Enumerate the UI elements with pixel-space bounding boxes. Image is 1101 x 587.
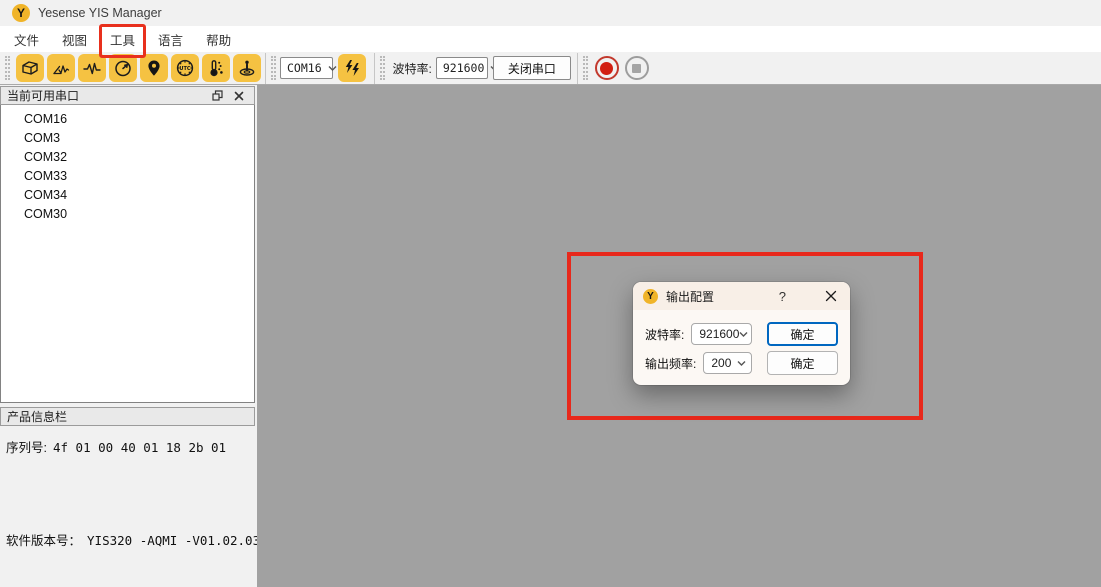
float-panel-button[interactable] [208,88,226,103]
baud-confirm-button[interactable]: 确定 [767,322,838,346]
software-version-row: 软件版本号： YIS320 -AQMI -V01.02.03; [6,530,249,549]
dialog-title: 输出配置 [666,288,714,305]
app-logo-icon: Y [643,289,658,304]
menu-tools[interactable]: 工具 [106,28,139,51]
cube-3d-button[interactable] [16,54,44,82]
panel-header: 当前可用串口 [0,86,255,105]
chevron-down-icon [328,61,337,75]
record-icon [600,62,613,75]
close-serial-button[interactable]: 关闭串口 [493,56,571,80]
refresh-ports-button[interactable] [338,54,366,82]
serial-port-panel: 当前可用串口 COM16 COM3 COM32 COM33 COM34 COM3… [0,85,257,587]
port-list-item[interactable]: COM34 [1,186,254,205]
toolbar-grip[interactable] [380,56,385,80]
utc-clock-button[interactable]: UTC [171,54,199,82]
app-window: Y Yesense YIS Manager 文件 视图 工具 语言 帮助 UTC [0,0,1101,587]
port-list-item[interactable]: COM33 [1,167,254,186]
app-logo-icon: Y [12,4,30,22]
attitude-wave-button[interactable] [47,54,75,82]
baud-rate-label: 波特率: [393,60,432,77]
dialog-output-rate-select[interactable]: 200 [703,352,752,374]
serial-number-row: 序列号: 4f 01 00 40 01 18 2b 01 [6,437,249,456]
dialog-output-rate-value: 200 [711,356,731,370]
thermometer-icon [206,58,226,78]
attitude-wave-icon [51,58,71,78]
com-port-value: COM16 [287,61,322,75]
panel-title: 当前可用串口 [7,87,79,104]
refresh-ports-icon [343,59,361,77]
window-title: Yesense YIS Manager [38,6,162,20]
menu-file[interactable]: 文件 [10,28,43,51]
dialog-baud-value: 921600 [699,327,739,341]
menu-view[interactable]: 视图 [58,28,91,51]
baud-rate-row: 波特率: 921600 确定 [645,323,838,345]
waveform-button[interactable] [78,54,106,82]
dialog-help-button[interactable]: ? [777,289,788,304]
toolbar-separator [577,53,578,84]
toolbar-grip[interactable] [583,56,588,80]
output-rate-row: 输出频率: 200 确定 [645,352,838,374]
serial-number-label: 序列号: [6,437,47,456]
toolbar-separator [374,53,375,84]
location-pin-icon [144,58,164,78]
dialog-title-bar[interactable]: Y 输出配置 ? [633,282,850,310]
location-pin-button[interactable] [140,54,168,82]
stop-button[interactable] [625,56,649,80]
gauge-icon [113,58,133,78]
menu-bar: 文件 视图 工具 语言 帮助 [0,26,1101,52]
product-info-body: 序列号: 4f 01 00 40 01 18 2b 01 软件版本号： YIS3… [0,426,255,549]
baud-rate-value: 921600 [443,61,485,75]
software-version-value: YIS320 -AQMI -V01.02.03; [87,533,268,548]
port-list: COM16 COM3 COM32 COM33 COM34 COM30 [0,105,255,403]
toolbar: UTC COM16 波特率: 921600 关闭串口 [0,52,1101,85]
cube-3d-icon [20,58,40,78]
menu-language[interactable]: 语言 [154,28,187,51]
thermometer-button[interactable] [202,54,230,82]
port-list-item[interactable]: COM3 [1,129,254,148]
menu-help[interactable]: 帮助 [202,28,235,51]
toolbar-grip[interactable] [271,56,276,80]
port-list-item[interactable]: COM16 [1,110,254,129]
gauge-button[interactable] [109,54,137,82]
baud-rate-select[interactable]: 921600 [436,57,488,79]
port-list-item[interactable]: COM32 [1,148,254,167]
dialog-baud-select[interactable]: 921600 [691,323,752,345]
toolbar-separator [265,53,266,84]
close-panel-button[interactable] [230,88,248,103]
calibration-icon [237,58,257,78]
com-port-select[interactable]: COM16 [280,57,333,79]
dialog-output-rate-label: 输出频率: [645,355,696,372]
waveform-icon [82,58,102,78]
calibration-button[interactable] [233,54,261,82]
product-info-title: 产品信息栏 [7,408,67,425]
record-button[interactable] [595,56,619,80]
output-rate-confirm-button[interactable]: 确定 [767,351,838,375]
dialog-close-button[interactable] [824,289,838,303]
port-list-item[interactable]: COM30 [1,205,254,224]
svg-text:UTC: UTC [179,66,190,72]
stop-icon [632,64,641,73]
dialog-baud-label: 波特率: [645,326,684,343]
title-bar: Y Yesense YIS Manager [0,0,1101,26]
toolbar-grip[interactable] [5,56,10,80]
software-version-label: 软件版本号： [6,530,81,549]
output-config-dialog: Y 输出配置 ? 波特率: 921600 确定 输出频率: 200 [633,282,850,385]
chevron-down-icon [737,356,746,370]
product-info-header: 产品信息栏 [0,407,255,426]
serial-number-value: 4f 01 00 40 01 18 2b 01 [53,440,226,455]
chevron-down-icon [739,327,748,341]
utc-clock-icon: UTC [175,58,195,78]
